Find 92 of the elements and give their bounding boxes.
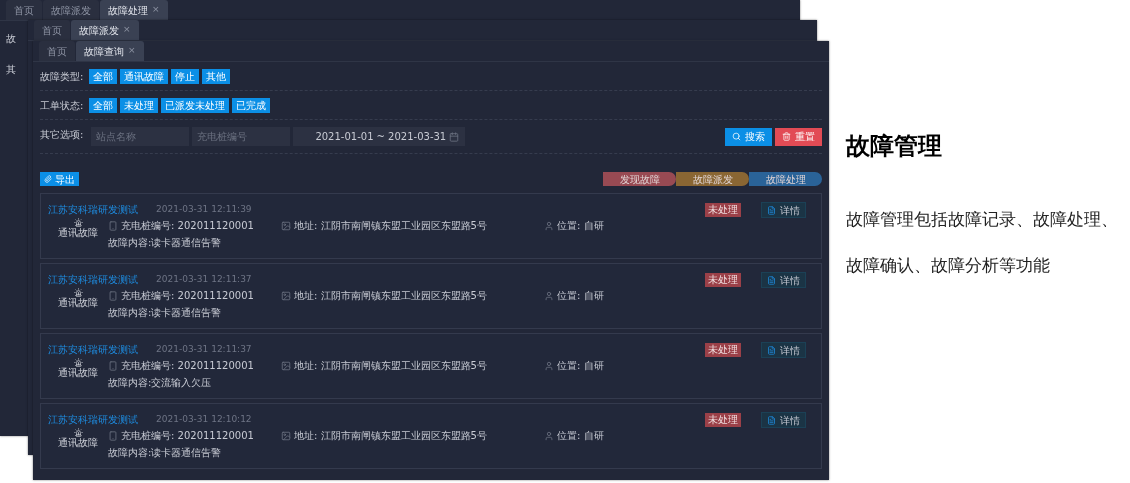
document-icon (767, 345, 776, 355)
filter-label: 工单状态: (40, 98, 84, 113)
tab[interactable]: 首页 (34, 20, 70, 40)
filter-label: 故障类型: (40, 69, 84, 84)
search-icon (732, 132, 741, 141)
location: 位置: 自研 (557, 429, 604, 443)
detail-button[interactable]: 详情 (761, 412, 806, 428)
status-tag: 未处理 (705, 413, 741, 427)
tab[interactable]: 故障处理 × (100, 0, 168, 20)
filter-label: 其它选项: (40, 128, 84, 142)
phone-icon (108, 290, 118, 301)
detail-button[interactable]: 详情 (761, 202, 806, 218)
filter-button[interactable]: 全部 (89, 68, 118, 84)
phone-icon (108, 360, 118, 371)
image-icon (281, 430, 291, 441)
filter-button[interactable]: 已完成 (232, 97, 271, 113)
date-range-field[interactable]: 2021-01-01 ~ 2021-03-31 (293, 127, 466, 146)
image-icon (281, 220, 291, 231)
address: 地址: 江阴市南闸镇东盟工业园区东盟路5号 (294, 359, 488, 373)
siren-icon (73, 288, 83, 297)
address: 地址: 江阴市南闸镇东盟工业园区东盟路5号 (294, 219, 488, 233)
user-icon (544, 360, 554, 371)
image-icon (281, 290, 291, 301)
record-time: 2021-03-31 12:11:39 (156, 202, 252, 216)
paperclip-icon (44, 175, 52, 183)
location: 位置: 自研 (557, 219, 604, 233)
station-link[interactable]: 江苏安科瑞研发测试 (48, 272, 138, 287)
close-icon[interactable]: × (123, 23, 131, 37)
station-link[interactable]: 江苏安科瑞研发测试 (48, 342, 138, 357)
user-icon (544, 430, 554, 441)
filter-label: 故 (6, 32, 16, 46)
user-icon (544, 290, 554, 301)
tab[interactable]: 故障派发 (43, 0, 99, 20)
filter-button[interactable]: 通讯故障 (120, 68, 169, 84)
section-title: 故障管理 (846, 131, 943, 162)
record-time: 2021-03-31 12:11:37 (156, 272, 252, 286)
filter-label: 其 (6, 63, 16, 77)
fault-type: 通讯故障 (58, 367, 98, 379)
fault-content: 故障内容:读卡器通信告警 (108, 236, 223, 250)
description: 故障管理包括故障记录、故障处理、故障确认、故障分析等功能 (846, 208, 1119, 277)
document-icon (767, 205, 776, 215)
pile-number: 充电桩编号: 202011120001 (121, 359, 255, 373)
record-time: 2021-03-31 12:10:12 (156, 412, 252, 426)
phone-icon (108, 430, 118, 441)
filter-button[interactable]: 其他 (202, 68, 231, 84)
fault-content: 故障内容:读卡器通信告警 (108, 306, 223, 320)
fault-type: 通讯故障 (58, 227, 98, 239)
status-tag: 未处理 (705, 273, 741, 287)
user-icon (544, 220, 554, 231)
reset-button[interactable]: 重置 (775, 127, 822, 146)
calendar-icon (449, 131, 460, 142)
fault-type: 通讯故障 (58, 437, 98, 449)
document-icon (767, 275, 776, 285)
filter-button[interactable]: 全部 (89, 97, 118, 113)
address: 地址: 江阴市南闸镇东盟工业园区东盟路5号 (294, 429, 488, 443)
pile-number: 充电桩编号: 202011120001 (121, 219, 255, 233)
detail-button[interactable]: 详情 (761, 272, 806, 288)
detail-button[interactable]: 详情 (761, 342, 806, 358)
pile-number: 充电桩编号: 202011120001 (121, 429, 255, 443)
image-icon (281, 360, 291, 371)
fault-content: 故障内容:读卡器通信告警 (108, 446, 223, 460)
station-link[interactable]: 江苏安科瑞研发测试 (48, 202, 138, 217)
station-link[interactable]: 江苏安科瑞研发测试 (48, 412, 138, 427)
tab[interactable]: 故障派发 × (71, 20, 139, 40)
progress-step: 故障处理 (749, 172, 822, 186)
filter-button[interactable]: 停止 (171, 68, 200, 84)
status-tag: 未处理 (705, 343, 741, 357)
address: 地址: 江阴市南闸镇东盟工业园区东盟路5号 (294, 289, 488, 303)
filter-button[interactable]: 已派发未处理 (161, 97, 230, 113)
tab[interactable]: 故障查询 × (76, 41, 144, 61)
progress-step: 故障派发 (676, 172, 749, 186)
pile-number: 充电桩编号: 202011120001 (121, 289, 255, 303)
search-button[interactable]: 搜索 (725, 127, 772, 146)
location: 位置: 自研 (557, 359, 604, 373)
siren-icon (73, 218, 83, 227)
document-icon (767, 415, 776, 425)
fault-type: 通讯故障 (58, 297, 98, 309)
record-time: 2021-03-31 12:11:37 (156, 342, 252, 356)
close-icon[interactable]: × (128, 44, 136, 58)
trash-icon (782, 132, 791, 141)
export-button[interactable]: 导出 (40, 172, 79, 186)
fault-content: 故障内容:交流输入欠压 (108, 376, 213, 390)
tab[interactable]: 首页 (39, 41, 75, 61)
close-icon[interactable]: × (152, 3, 160, 17)
siren-icon (73, 358, 83, 367)
siren-icon (73, 428, 83, 437)
location: 位置: 自研 (557, 289, 604, 303)
progress-step: 发现故障 (603, 172, 676, 186)
phone-icon (108, 220, 118, 231)
filter-button[interactable]: 未处理 (120, 97, 159, 113)
status-tag: 未处理 (705, 203, 741, 217)
tab[interactable]: 首页 (6, 0, 42, 20)
